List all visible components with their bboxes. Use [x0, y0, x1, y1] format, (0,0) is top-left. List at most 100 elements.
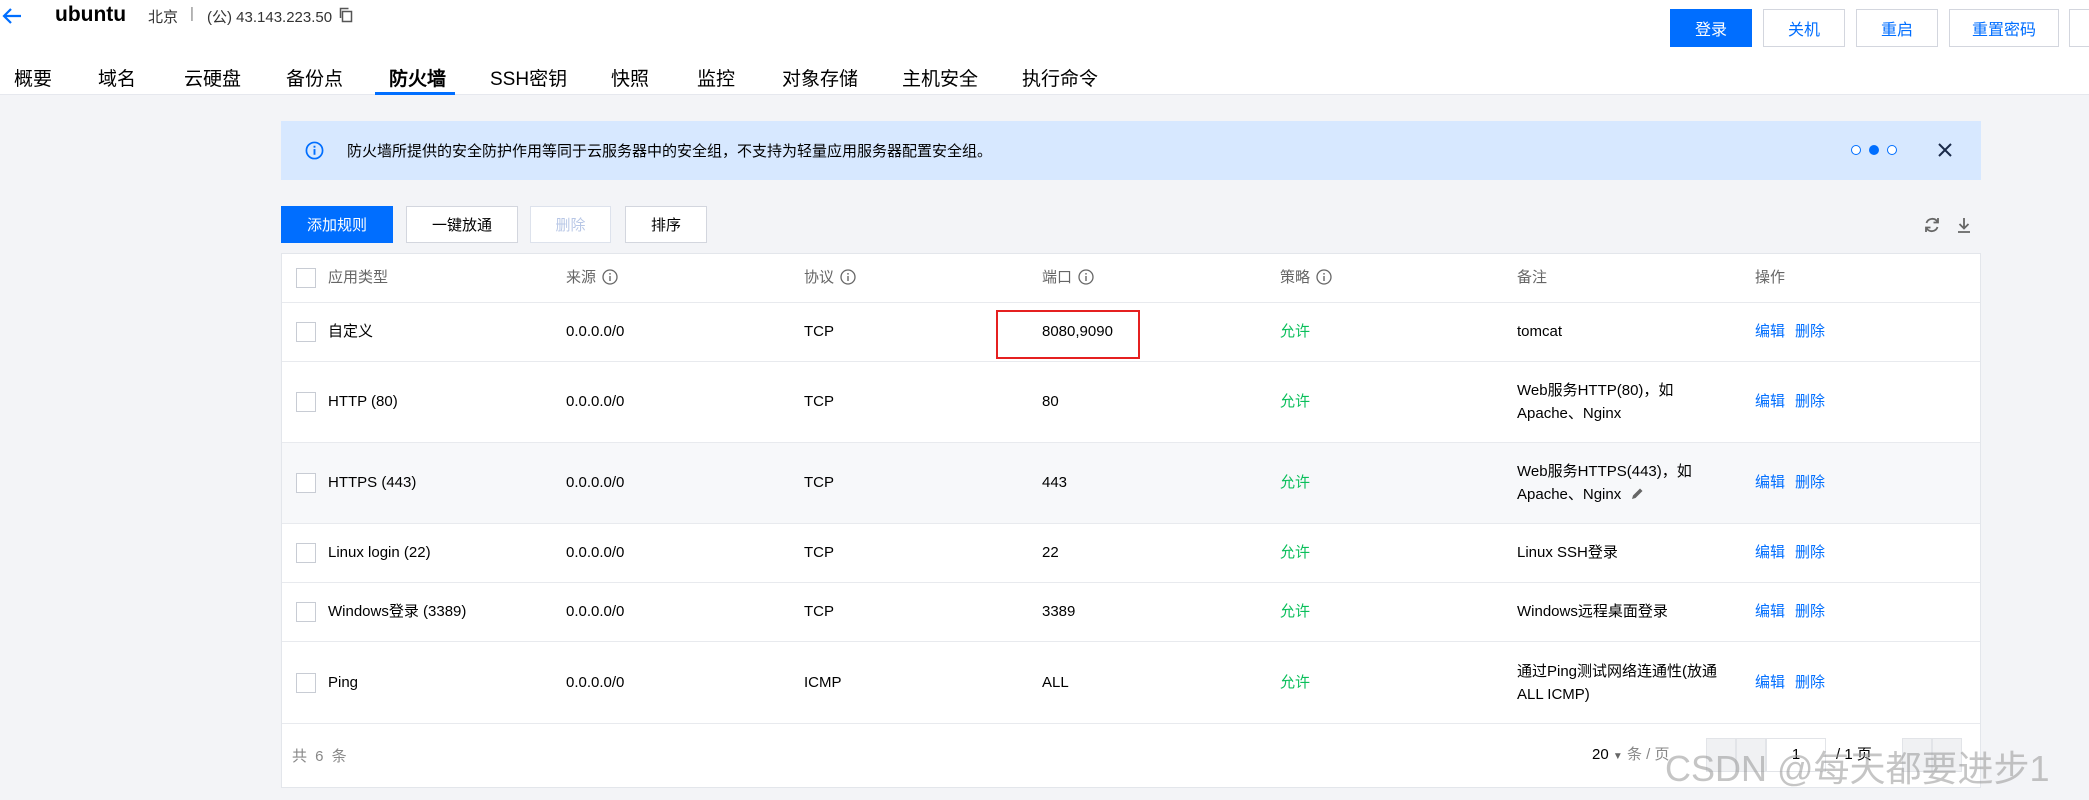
- column-header-note: 备注: [1517, 269, 1548, 286]
- edit-link[interactable]: 编辑: [1755, 542, 1785, 564]
- cell-port: ALL: [1042, 674, 1069, 691]
- active-tab-indicator: [375, 92, 455, 95]
- cell-port: 443: [1042, 474, 1068, 491]
- tab-object-storage[interactable]: 对象存储: [782, 64, 858, 91]
- login-button[interactable]: 登录: [1670, 9, 1752, 47]
- select-all-checkbox[interactable]: [296, 268, 316, 288]
- tab-ssh-keys[interactable]: SSH密钥: [490, 64, 567, 91]
- cell-protocol: TCP: [804, 393, 834, 410]
- reset-password-button[interactable]: 重置密码: [1949, 9, 2059, 47]
- edit-link[interactable]: 编辑: [1755, 601, 1785, 623]
- cell-port: 22: [1042, 544, 1059, 561]
- column-header-type: 应用类型: [328, 269, 389, 286]
- cell-note: Linux SSH登录: [1517, 544, 1618, 561]
- cell-type: HTTPS (443): [328, 474, 417, 491]
- tab-firewall[interactable]: 防火墙: [389, 64, 446, 91]
- cell-source: 0.0.0.0/0: [566, 603, 625, 620]
- copy-icon[interactable]: [338, 7, 354, 23]
- cell-protocol: TCP: [804, 603, 834, 620]
- cell-note-line2: ALL ICMP): [1517, 686, 1590, 703]
- edit-link[interactable]: 编辑: [1755, 321, 1785, 343]
- row-checkbox[interactable]: [296, 543, 316, 563]
- tab-backup[interactable]: 备份点: [286, 64, 343, 91]
- cell-policy: 允许: [1280, 474, 1311, 491]
- delete-link[interactable]: 删除: [1795, 601, 1825, 623]
- back-arrow-icon[interactable]: [0, 4, 24, 28]
- edit-link[interactable]: 编辑: [1755, 391, 1785, 413]
- cell-source: 0.0.0.0/0: [566, 474, 625, 491]
- help-icon[interactable]: [1078, 269, 1094, 285]
- row-checkbox[interactable]: [296, 673, 316, 693]
- instance-title: ubuntu: [55, 3, 127, 26]
- edit-link[interactable]: 编辑: [1755, 472, 1785, 494]
- tab-overview[interactable]: 概要: [14, 64, 52, 91]
- cell-policy: 允许: [1280, 674, 1311, 691]
- delete-link[interactable]: 删除: [1795, 391, 1825, 413]
- cell-note: Windows远程桌面登录: [1517, 603, 1668, 620]
- refresh-icon[interactable]: [1922, 215, 1942, 235]
- cell-source: 0.0.0.0/0: [566, 674, 625, 691]
- help-icon[interactable]: [1316, 269, 1332, 285]
- cell-protocol: ICMP: [804, 674, 842, 691]
- cell-note-line1: 通过Ping测试网络连通性(放通: [1517, 663, 1718, 680]
- delete-link[interactable]: 删除: [1795, 472, 1825, 494]
- download-icon[interactable]: [1954, 215, 1974, 235]
- add-rule-button[interactable]: 添加规则: [281, 206, 393, 243]
- cell-type: 自定义: [328, 323, 374, 340]
- page-header: ubuntu 北京 | (公) 43.143.223.50 登录 关机 重启 重…: [0, 0, 2089, 95]
- tab-monitor[interactable]: 监控: [697, 64, 735, 91]
- delete-link[interactable]: 删除: [1795, 321, 1825, 343]
- tab-cloud-disk[interactable]: 云硬盘: [184, 64, 241, 91]
- table-row: Windows登录 (3389) 0.0.0.0/0 TCP 3389 允许 W…: [282, 583, 1980, 642]
- watermark: CSDN @每天都要进步1: [1665, 748, 2050, 789]
- cell-port: 80: [1042, 393, 1059, 410]
- tab-bar: 概要 域名 云硬盘 备份点 防火墙 SSH密钥 快照 监控 对象存储 主机安全 …: [0, 60, 2089, 95]
- help-icon[interactable]: [602, 269, 618, 285]
- cell-policy: 允许: [1280, 544, 1311, 561]
- edit-link[interactable]: 编辑: [1755, 672, 1785, 694]
- shutdown-button[interactable]: 关机: [1763, 9, 1845, 47]
- region-label: 北京: [148, 9, 179, 26]
- cell-type: HTTP (80): [328, 393, 398, 410]
- tab-run-command[interactable]: 执行命令: [1022, 64, 1098, 91]
- table-row: HTTP (80) 0.0.0.0/0 TCP 80 允许 Web服务HTTP(…: [282, 362, 1980, 443]
- notice-dot-active[interactable]: [1869, 145, 1879, 155]
- cell-policy: 允许: [1280, 323, 1311, 340]
- delete-link[interactable]: 删除: [1795, 672, 1825, 694]
- cell-note-line2: Apache、Nginx: [1517, 405, 1622, 422]
- column-header-actions: 操作: [1755, 269, 1786, 286]
- pencil-icon[interactable]: [1629, 486, 1645, 502]
- cell-protocol: TCP: [804, 544, 834, 561]
- close-icon[interactable]: [1936, 141, 1954, 159]
- cell-type: Windows登录 (3389): [328, 603, 467, 620]
- tab-domain[interactable]: 域名: [98, 64, 136, 91]
- notice-banner: 防火墙所提供的安全防护作用等同于云服务器中的安全组，不支持为轻量应用服务器配置安…: [281, 121, 1981, 180]
- row-checkbox[interactable]: [296, 473, 316, 493]
- notice-dot[interactable]: [1851, 145, 1861, 155]
- restart-button[interactable]: 重启: [1856, 9, 1938, 47]
- notice-dot[interactable]: [1887, 145, 1897, 155]
- tab-snapshot[interactable]: 快照: [611, 64, 649, 91]
- more-button[interactable]: [2069, 9, 2089, 47]
- cell-type: Ping: [328, 674, 359, 691]
- tab-host-security[interactable]: 主机安全: [902, 64, 978, 91]
- cell-policy: 允许: [1280, 603, 1311, 620]
- cell-source: 0.0.0.0/0: [566, 393, 625, 410]
- page-size-select[interactable]: 20 ▼ 条 / 页: [1592, 743, 1669, 764]
- notice-pager: [1851, 145, 1897, 155]
- column-header-source: 来源: [566, 267, 618, 289]
- delete-link[interactable]: 删除: [1795, 542, 1825, 564]
- cell-source: 0.0.0.0/0: [566, 323, 625, 340]
- one-click-allow-button[interactable]: 一键放通: [406, 206, 518, 243]
- row-checkbox[interactable]: [296, 322, 316, 342]
- sort-button[interactable]: 排序: [625, 206, 707, 243]
- row-checkbox[interactable]: [296, 392, 316, 412]
- help-icon[interactable]: [840, 269, 856, 285]
- delete-button[interactable]: 删除: [530, 206, 611, 243]
- separator: |: [190, 5, 194, 22]
- cell-note-line1: Web服务HTTPS(443)，如: [1517, 463, 1692, 480]
- column-header-policy: 策略: [1280, 267, 1332, 289]
- port-highlight-box: [996, 310, 1140, 359]
- row-checkbox[interactable]: [296, 602, 316, 622]
- table-row: Ping 0.0.0.0/0 ICMP ALL 允许 通过Ping测试网络连通性…: [282, 642, 1980, 724]
